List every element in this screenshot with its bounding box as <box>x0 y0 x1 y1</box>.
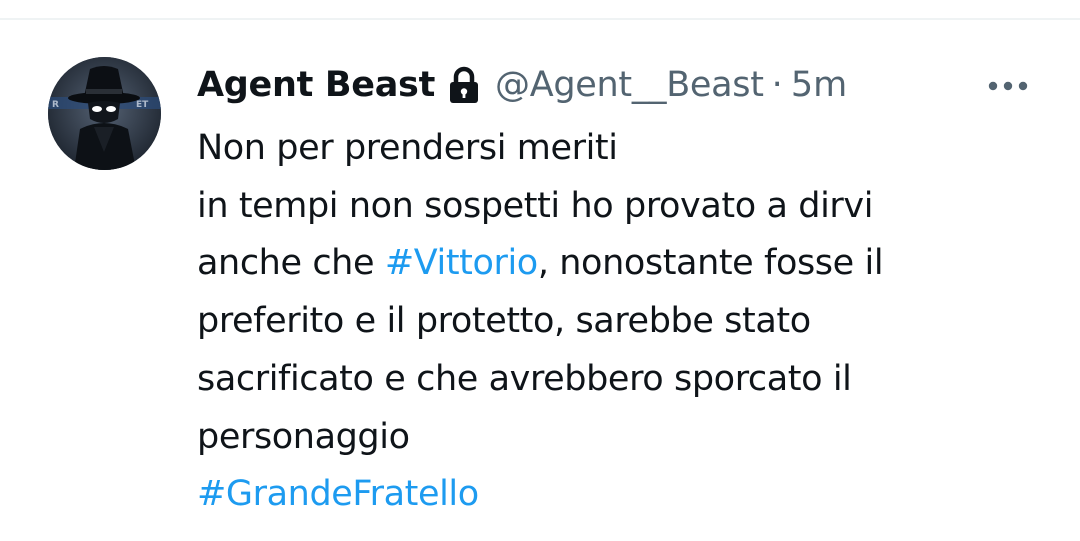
handle[interactable]: @Agent__Beast <box>495 65 764 105</box>
timestamp[interactable]: 5m <box>791 65 847 105</box>
tweet-line-1: Non per prendersi meriti <box>197 128 618 168</box>
more-button[interactable] <box>982 68 1034 104</box>
tweet-line-2: in tempi non sospetti ho provato a dirvi <box>197 185 874 226</box>
tweet-header: Agent Beast @Agent__Beast · 5m <box>197 62 847 108</box>
hashtag-grandefratello-link[interactable]: #GrandeFratello <box>197 466 1057 524</box>
more-horizontal-icon <box>988 81 1028 91</box>
svg-text:ET: ET <box>136 100 149 110</box>
lock-icon <box>447 65 481 105</box>
top-divider <box>0 18 1080 20</box>
svg-text:R: R <box>52 100 59 110</box>
spy-hat-avatar-icon: R ET <box>48 57 161 170</box>
tweet-line-3-suffix: , nonostante fosse il <box>537 243 884 284</box>
tweet-line-4: preferito e il protetto, sarebbe stato <box>197 301 811 342</box>
tweet-line-6: personaggio <box>197 416 410 457</box>
hashtag-vittorio-link[interactable]: #Vittorio <box>385 243 538 283</box>
tweet-text: Non per prendersi meriti in tempi non so… <box>197 120 1057 524</box>
tweet-line-5: sacrificato e che avrebbero sporcato il <box>197 358 852 399</box>
separator-dot: · <box>771 65 783 105</box>
avatar[interactable]: R ET <box>48 57 161 170</box>
tweet-line-3: anche che #Vittorio, nonostante fosse il <box>197 235 1057 293</box>
display-name[interactable]: Agent Beast <box>197 65 435 105</box>
tweet-line-3-prefix: anche che <box>197 243 385 284</box>
